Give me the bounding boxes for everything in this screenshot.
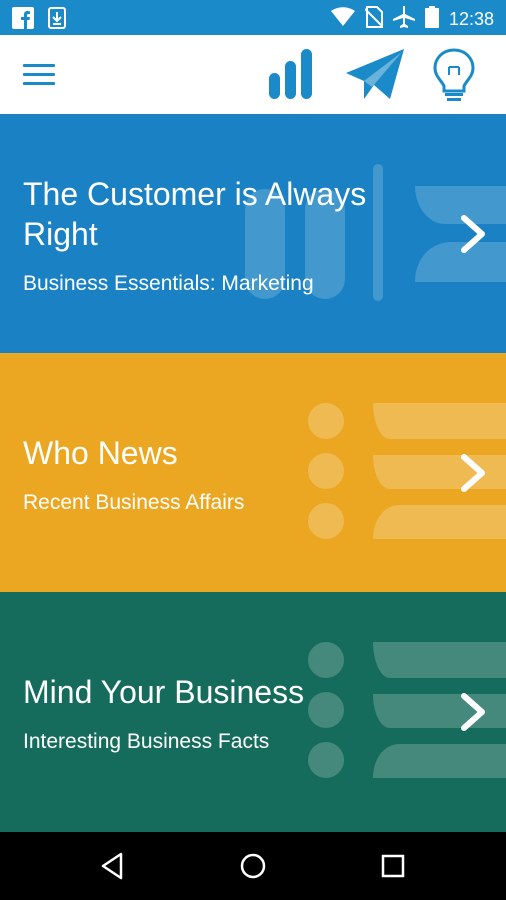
back-icon[interactable] — [97, 850, 129, 882]
card-subtitle: Interesting Business Facts — [23, 730, 270, 753]
card-title: Who News — [23, 435, 178, 471]
no-sim-icon — [364, 6, 384, 33]
card-facts[interactable]: Mind Your Business Interesting Business … — [0, 592, 506, 832]
menu-icon[interactable] — [23, 64, 55, 86]
app-bar — [0, 35, 506, 114]
wifi-icon — [330, 7, 355, 32]
airplane-icon — [392, 6, 415, 33]
home-icon[interactable] — [237, 850, 269, 882]
card-title: Mind Your Business — [23, 674, 305, 710]
send-icon[interactable] — [344, 47, 406, 108]
recents-icon[interactable] — [377, 850, 409, 882]
clock-time: 12:38 — [448, 9, 494, 29]
battery-icon — [424, 6, 439, 33]
status-bar: 12:38 — [0, 0, 506, 35]
navigation-bar — [0, 832, 506, 900]
lightbulb-icon[interactable] — [432, 47, 476, 108]
stats-icon[interactable] — [268, 47, 314, 106]
download-icon — [48, 7, 66, 34]
card-subtitle: Business Essentials: Marketing — [23, 272, 314, 295]
card-marketing[interactable]: The Customer is Always Right Business Es… — [0, 114, 506, 354]
chevron-right-icon[interactable] — [458, 692, 488, 732]
card-subtitle: Recent Business Affairs — [23, 491, 245, 514]
card-news[interactable]: Who News Recent Business Affairs — [0, 353, 506, 593]
facebook-icon — [12, 7, 34, 34]
chevron-right-icon[interactable] — [458, 453, 488, 493]
card-title: The Customer is Always Right — [23, 176, 367, 252]
chevron-right-icon[interactable] — [458, 214, 488, 254]
